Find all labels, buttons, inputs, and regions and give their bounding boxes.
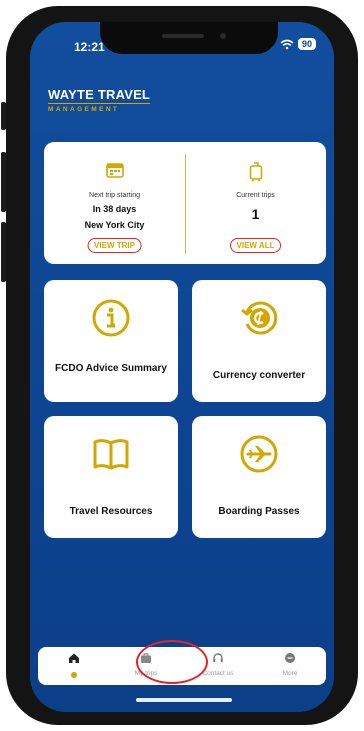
- brand-tagline: MANAGEMENT: [48, 106, 120, 113]
- speaker: [162, 34, 204, 38]
- current-trips-label: Current trips: [236, 192, 275, 199]
- volume-up-button: [1, 152, 6, 212]
- tab-more[interactable]: More: [254, 647, 326, 685]
- tile-currency-label: Currency converter: [212, 370, 306, 381]
- tile-boarding-label: Boarding Passes: [218, 506, 300, 517]
- status-time: 12:21: [74, 40, 105, 54]
- next-trip-days: In 38 days: [92, 204, 137, 214]
- next-trip-city: New York City: [84, 220, 145, 230]
- tile-fcdo-label: FCDO Advice Summary: [55, 363, 167, 374]
- tab-home[interactable]: [38, 647, 110, 685]
- tab-more-label: More: [282, 670, 298, 677]
- view-trip-button[interactable]: VIEW TRIP: [87, 238, 142, 253]
- battery-icon: 90: [297, 38, 316, 50]
- tile-resources-label: Travel Resources: [69, 506, 153, 517]
- home-indicator: [136, 698, 232, 702]
- airplane-icon: [240, 435, 278, 473]
- home-icon: [69, 653, 79, 663]
- tile-fcdo-advice[interactable]: FCDO Advice Summary: [44, 280, 178, 402]
- current-trips-panel[interactable]: Current trips 1 VIEW ALL: [185, 142, 326, 264]
- next-trip-label: Next trip starting: [89, 192, 140, 199]
- volume-down-button: [1, 222, 6, 282]
- tile-boarding-passes[interactable]: Boarding Passes: [192, 416, 326, 538]
- mute-switch: [1, 102, 6, 130]
- camera: [220, 33, 226, 39]
- brand-logo: WAYTE TRAVEL MANAGEMENT: [48, 86, 158, 113]
- brand-name: WAYTE TRAVEL: [48, 87, 151, 104]
- tile-travel-resources[interactable]: Travel Resources: [44, 416, 178, 538]
- status-indicators: 90: [280, 38, 316, 50]
- more-icon: [285, 653, 295, 663]
- my-trips-highlight: [136, 640, 208, 684]
- trips-summary-card: Next trip starting In 38 days New York C…: [44, 142, 326, 264]
- tile-currency-converter[interactable]: Currency converter: [192, 280, 326, 402]
- wifi-icon: [280, 39, 294, 49]
- current-trips-count: 1: [251, 206, 260, 222]
- active-tab-indicator: [71, 672, 77, 678]
- app-screen: 12:21 90 WAYTE TRAVEL MANAGEMENT Next tr…: [30, 22, 334, 712]
- view-all-button[interactable]: VIEW ALL: [229, 238, 282, 253]
- notch: [100, 22, 278, 54]
- headset-icon: [213, 653, 223, 662]
- info-icon: [92, 299, 130, 337]
- book-icon: [93, 439, 129, 470]
- currency-exchange-icon: [241, 301, 278, 335]
- calendar-icon: [105, 163, 124, 178]
- next-trip-panel[interactable]: Next trip starting In 38 days New York C…: [44, 142, 185, 264]
- luggage-icon: [249, 162, 262, 182]
